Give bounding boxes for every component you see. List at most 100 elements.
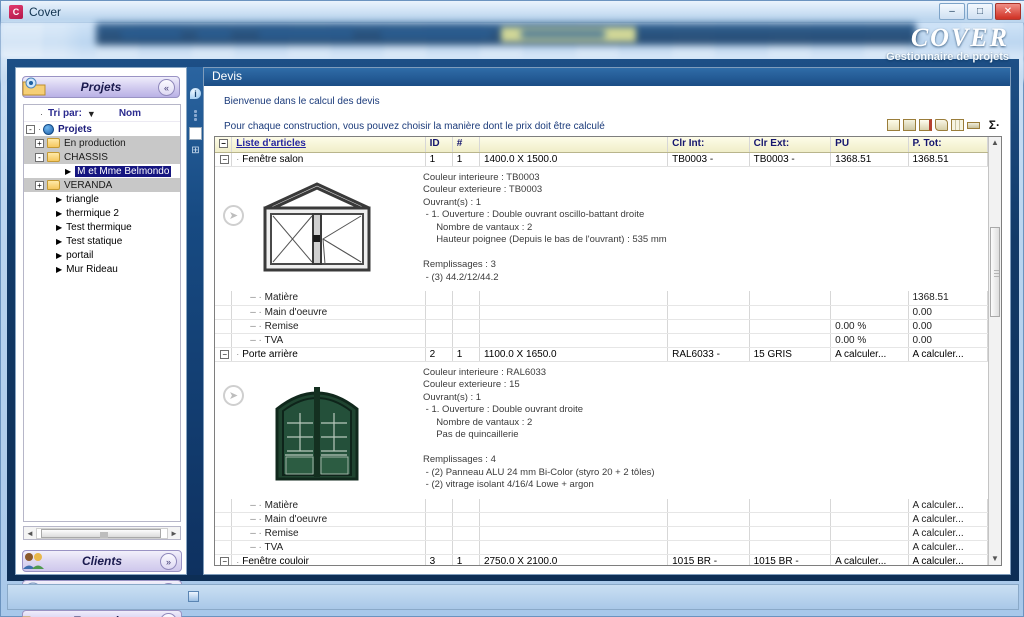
tree-item-projets[interactable]: -·Projets bbox=[24, 122, 180, 136]
subrow-dim bbox=[479, 513, 667, 527]
scroll-right-arrow-icon[interactable]: ► bbox=[168, 529, 180, 538]
tree-item-label: En production bbox=[64, 138, 126, 149]
table-subrow[interactable]: – · Remise 0.00 % 0.00 bbox=[215, 319, 988, 333]
header-name[interactable]: Liste d'articles bbox=[232, 137, 425, 152]
info-icon[interactable]: i bbox=[189, 87, 202, 100]
tree-expander[interactable]: + bbox=[35, 181, 44, 190]
subrow-color-exterior bbox=[749, 499, 831, 513]
projects-tree[interactable]: · Tri par: ▼ Nom -·Projets + En production… bbox=[23, 104, 181, 522]
drag-handle-dots-icon[interactable] bbox=[189, 109, 202, 121]
tree-item-triangle[interactable]: ▶triangle bbox=[24, 192, 180, 206]
sidebar-panel-entreprise[interactable]: Entreprise « bbox=[22, 610, 182, 617]
table-subrow[interactable]: – · TVA A calculer... bbox=[215, 541, 988, 555]
table-subrow[interactable]: – · Remise A calculer... bbox=[215, 527, 988, 541]
subrow-color-exterior bbox=[749, 305, 831, 319]
sidebar-panel-clients[interactable]: Clients » bbox=[22, 550, 182, 572]
sort-label: Tri par: bbox=[48, 108, 82, 119]
tree-item-portail[interactable]: ▶portail bbox=[24, 248, 180, 262]
minimize-button[interactable]: – bbox=[939, 3, 965, 20]
application-window: C Cover – □ ✕ COV bbox=[0, 0, 1024, 617]
table-subrow[interactable]: – · Main d'oeuvre A calculer... bbox=[215, 513, 988, 527]
book-icon[interactable] bbox=[919, 119, 932, 131]
subrow-id bbox=[425, 305, 452, 319]
maximize-button[interactable]: □ bbox=[967, 3, 993, 20]
row-expander[interactable]: − bbox=[215, 152, 232, 166]
grid-icon[interactable] bbox=[951, 119, 964, 131]
row-expander[interactable]: − bbox=[215, 555, 232, 566]
tree-item-m-et-mme-belmondo[interactable]: ▶M et Mme Belmondo bbox=[24, 164, 180, 178]
sort-row[interactable]: · Tri par: ▼ Nom bbox=[24, 105, 180, 122]
table-row[interactable]: − ·Porte arrière 2 1 1100.0 X 1650.0 RAL… bbox=[215, 347, 988, 361]
header-pu[interactable]: PU bbox=[831, 137, 908, 152]
header-total[interactable]: P. Tot: bbox=[908, 137, 988, 152]
row-color-exterior: TB0003 - bbox=[749, 152, 831, 166]
table-subrow[interactable]: – · TVA 0.00 % 0.00 bbox=[215, 333, 988, 347]
article-specification: Couleur interieure : RAL6033 Couleur ext… bbox=[423, 367, 655, 492]
cube-icon[interactable] bbox=[935, 119, 948, 131]
subrow-total-price: 1368.51 bbox=[908, 291, 988, 305]
tree-item-chassis[interactable]: -CHASSIS bbox=[24, 150, 180, 164]
subrow-dim bbox=[479, 499, 667, 513]
table-row[interactable]: − ·Fenêtre salon 1 1 1400.0 X 1500.0 TB0… bbox=[215, 152, 988, 166]
header-clr-int[interactable]: Clr Int: bbox=[668, 137, 750, 152]
scroll-left-arrow-icon[interactable]: ◄ bbox=[24, 529, 36, 538]
chevron-down-icon[interactable]: » bbox=[160, 553, 177, 570]
sigma-dropdown-icon[interactable]: Σ· bbox=[989, 118, 1000, 132]
tree-structure-icon[interactable]: ⊞ bbox=[189, 145, 202, 158]
articles-grid[interactable]: − Liste d'articles ID # Clr Int: Clr Ext… bbox=[214, 136, 1002, 566]
table-row[interactable]: − ·Fenêtre couloir 3 1 2750.0 X 2100.0 1… bbox=[215, 555, 988, 566]
item-nav-button[interactable]: ➤ bbox=[223, 205, 244, 226]
chevron-up-icon[interactable]: « bbox=[160, 613, 177, 617]
table-icon[interactable] bbox=[903, 119, 916, 131]
scroll-up-arrow-icon[interactable]: ▲ bbox=[989, 137, 1001, 149]
tree-item-veranda[interactable]: +VERANDA bbox=[24, 178, 180, 192]
subrow-color-interior bbox=[668, 527, 750, 541]
grid-viewport: − Liste d'articles ID # Clr Int: Clr Ext… bbox=[215, 137, 988, 565]
table-subrow[interactable]: – · Main d'oeuvre 0.00 bbox=[215, 305, 988, 319]
status-bar bbox=[7, 584, 1019, 610]
insert-row-icon[interactable] bbox=[887, 119, 900, 131]
header-expander[interactable]: − bbox=[215, 137, 232, 152]
sidebar-panel-projets[interactable]: Projets « bbox=[22, 76, 180, 98]
subrow-color-interior bbox=[668, 499, 750, 513]
subrow-indent bbox=[215, 513, 232, 527]
tree-item-en-production[interactable]: + En production bbox=[24, 136, 180, 150]
header-clr-ext[interactable]: Clr Ext: bbox=[749, 137, 831, 152]
tree-item-test-thermique[interactable]: ▶Test thermique bbox=[24, 220, 180, 234]
tree-expander[interactable]: - bbox=[26, 125, 35, 134]
table-subrow[interactable]: – · Matière A calculer... bbox=[215, 499, 988, 513]
tree-expander[interactable]: - bbox=[35, 153, 44, 162]
brand-logo: COVER Gestionnaire de projets bbox=[886, 23, 1009, 63]
tree-horizontal-scrollbar[interactable]: ◄ ► bbox=[23, 526, 181, 540]
chevron-down-icon[interactable]: ▼ bbox=[87, 109, 96, 119]
sort-value[interactable]: Nom bbox=[119, 108, 141, 119]
tree-item-test-statique[interactable]: ▶Test statique bbox=[24, 234, 180, 248]
subrow-color-interior bbox=[668, 541, 750, 555]
tree-expander[interactable]: + bbox=[35, 139, 44, 148]
grid-vertical-scrollbar[interactable]: ▲ ▼ bbox=[988, 137, 1001, 565]
row-expander[interactable]: − bbox=[215, 347, 232, 361]
row-name: ·Fenêtre couloir bbox=[232, 555, 425, 566]
close-button[interactable]: ✕ bbox=[995, 3, 1021, 20]
summary-icon[interactable] bbox=[967, 122, 980, 129]
tree-item-thermique-2[interactable]: ▶thermique 2 bbox=[24, 206, 180, 220]
page-icon[interactable] bbox=[189, 127, 202, 140]
vscroll-thumb[interactable] bbox=[990, 227, 1000, 317]
tree-item-label: portail bbox=[66, 250, 93, 261]
item-nav-button[interactable]: ➤ bbox=[223, 385, 244, 406]
subrow-num bbox=[452, 499, 479, 513]
hscroll-track[interactable] bbox=[36, 528, 168, 539]
table-subrow[interactable]: – · Matière 1368.51 bbox=[215, 291, 988, 305]
subrow-color-interior bbox=[668, 291, 750, 305]
subrow-unit-price bbox=[831, 305, 908, 319]
hscroll-thumb[interactable] bbox=[41, 529, 161, 538]
table-header-row: − Liste d'articles ID # Clr Int: Clr Ext… bbox=[215, 137, 988, 152]
subrow-color-interior bbox=[668, 305, 750, 319]
chevron-up-icon[interactable]: « bbox=[158, 79, 175, 96]
header-dim[interactable] bbox=[479, 137, 667, 152]
header-num[interactable]: # bbox=[452, 137, 479, 152]
scroll-down-arrow-icon[interactable]: ▼ bbox=[989, 553, 1001, 565]
tree-item-mur-rideau[interactable]: ▶Mur Rideau bbox=[24, 262, 180, 276]
tree-item-label: Test thermique bbox=[66, 222, 132, 233]
header-id[interactable]: ID bbox=[425, 137, 452, 152]
